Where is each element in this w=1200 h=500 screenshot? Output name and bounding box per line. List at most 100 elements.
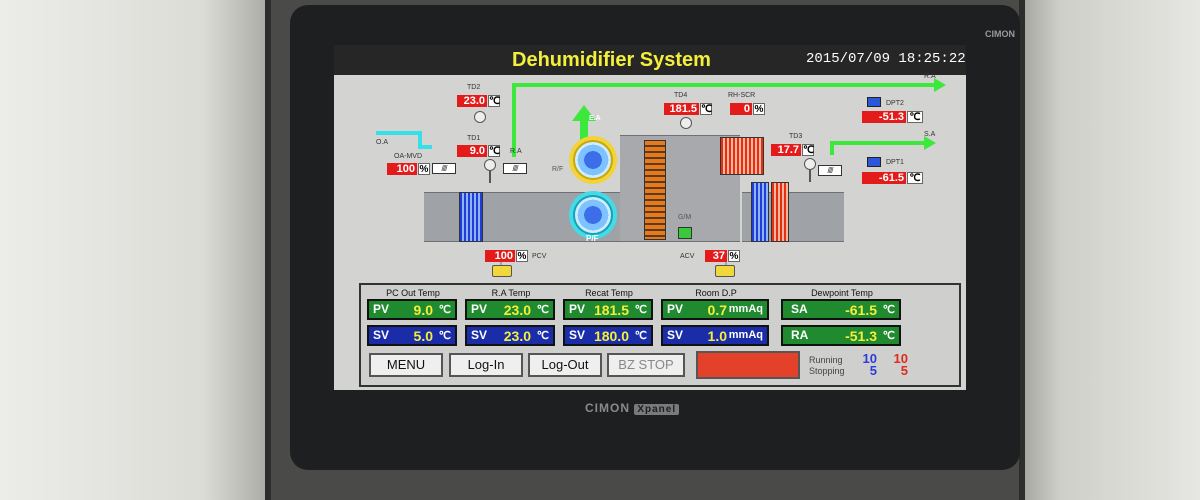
dpt2-unit: ℃ [907,111,923,123]
gm-label: G/M [678,214,692,221]
sa-supply-pipe [830,141,924,155]
td1-value: 9.0 [457,145,487,157]
pc-out-sv-display[interactable]: SV 5.0 ℃ [367,325,457,346]
recat-temp-sv-prefix: SV [569,328,586,342]
dpt1-sensor-icon [867,157,881,167]
menu-button[interactable]: MENU [369,353,443,377]
oa-mvd-value: 100 [387,163,417,175]
brand-logo-bottom: CIMON Xpanel [585,401,680,415]
recat-temp-label: Recat Temp [585,288,633,298]
dewpoint-ra-display: RA -51.3 ℃ [781,325,901,346]
td4-value: 181.5 [664,103,699,115]
ra-temp-pv-value: 23.0 [503,302,531,318]
td4-label: TD4 [674,92,688,99]
rh-scr-value: 0 [730,103,752,115]
logout-button[interactable]: Log-Out [528,353,602,377]
td2-value: 23.0 [457,95,487,107]
td3-probe [809,170,811,182]
acv-unit: % [728,250,740,262]
pcv-valve-icon [492,265,512,277]
stopping-label: Stopping [809,366,845,376]
recat-temp-pv-prefix: PV [569,302,586,316]
aftercool-coil [751,182,769,242]
dpt1-label: DPT1 [886,159,904,166]
td3-value: 17.7 [771,144,801,156]
td2-sensor-icon [474,111,486,123]
td2-label: TD2 [467,84,481,91]
room-dp-sv-prefix: SV [667,328,684,342]
td1-probe [489,171,491,183]
ra-temp-pv-prefix: PV [471,302,488,316]
pc-out-pv-display: PV 9.0 ℃ [367,299,457,320]
brand-tag: Xpanel [634,404,680,415]
stopping-count-red: 5 [900,363,908,378]
ra-temp-label: R.A Temp [491,288,531,298]
ra-outlet-arrow [934,78,946,92]
td4-sensor-icon [680,117,692,129]
rf-label: R/F [552,166,564,173]
alarm-indicator[interactable] [696,351,800,379]
dewpoint-ra-unit: ℃ [882,330,895,342]
oa-mvd-unit: % [418,163,430,175]
pc-out-sv-value: 5.0 [413,328,433,344]
td1-sensor-icon [484,159,496,171]
rh-scr-unit: % [753,103,765,115]
pf-label: P/F [586,234,599,243]
desiccant-rotor [644,140,666,240]
pcv-unit: % [516,250,528,262]
gear-motor-icon [678,227,692,239]
dpt1-value: -61.5 [862,172,906,184]
td3-label: TD3 [789,133,803,140]
hmi-screen: Dehumidifier System 2015/07/09 18:25:22 … [334,45,966,390]
pcv-value: 100 [485,250,515,262]
oa-mvd-label: OA-MVD [394,153,422,160]
brand-name: CIMON [585,401,630,415]
acv-value: 37 [705,250,727,262]
ra-temp-pv-unit: ℃ [536,304,549,316]
stopping-count-blue: 5 [869,363,877,378]
pc-out-sv-prefix: SV [373,328,390,342]
ra-temp-sv-display[interactable]: SV 23.0 ℃ [465,325,555,346]
dewpoint-ra-prefix: RA [791,328,809,342]
ra-temp-sv-prefix: SV [471,328,488,342]
room-dp-sv-value: 1.0 [707,328,727,344]
dewpoint-sa-unit: ℃ [882,304,895,316]
room-dp-label: Room D.P [695,288,737,298]
reactivation-heater [720,137,764,175]
recat-temp-pv-display: PV 181.5 ℃ [563,299,653,320]
pc-out-pv-unit: ℃ [438,304,451,316]
ra-temp-sv-unit: ℃ [536,330,549,342]
dewpoint-temp-label: Dewpoint Temp [811,288,873,298]
room-dp-pv-value: 0.7 [707,302,727,318]
control-panel: PC Out Temp PV 9.0 ℃ SV 5.0 ℃ R.A Temp PV 23.… [359,283,961,387]
room-dp-sv-display[interactable]: SV 1.0 mmAq [661,325,769,346]
wall-background-left [0,0,290,500]
ra-label-right: R.A [924,73,936,80]
brand-logo-top: CIMON [985,29,1015,39]
oa-label: O.A [376,139,389,146]
ra-temp-pv-display: PV 23.0 ℃ [465,299,555,320]
td2-unit: ℃ [488,95,501,107]
login-button[interactable]: Log-In [449,353,523,377]
reactivation-fan-icon [573,140,613,180]
dewpoint-sa-value: -61.5 [845,302,877,318]
ra-temp-sv-value: 23.0 [503,328,531,344]
room-dp-pv-unit: mmAq [728,303,763,315]
recat-temp-sv-unit: ℃ [634,330,647,342]
dpt2-label: DPT2 [886,100,904,107]
dpt2-sensor-icon [867,97,881,107]
recat-temp-sv-display[interactable]: SV 180.0 ℃ [563,325,653,346]
dewpoint-sa-display: SA -61.5 ℃ [781,299,901,320]
pc-out-pv-value: 9.0 [413,302,433,318]
td3-unit: ℃ [802,144,815,156]
pc-out-temp-label: PC Out Temp [386,288,440,298]
recat-temp-pv-value: 181.5 [593,302,629,318]
bz-stop-button[interactable]: BZ STOP [607,353,685,377]
pc-out-pv-prefix: PV [373,302,390,316]
ra-damper-icon: //// [503,163,527,174]
room-dp-pv-prefix: PV [667,302,684,316]
td1-label: TD1 [467,135,481,142]
acv-valve-icon [715,265,735,277]
td4-unit: ℃ [700,103,713,115]
oa-damper-icon: //// [432,163,456,174]
